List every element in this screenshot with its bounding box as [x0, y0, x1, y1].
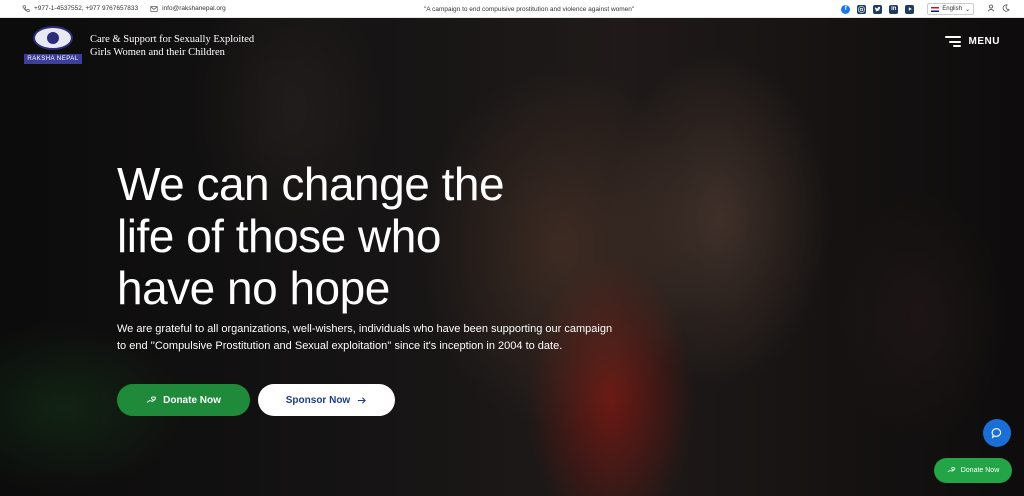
user-icon[interactable] [987, 4, 995, 14]
headline-line1: We can change the [117, 158, 505, 210]
campaign-tagline: "A campaign to end compulsive prostituti… [424, 5, 635, 13]
email-text: info@rakshanepal.org [162, 5, 226, 12]
menu-label: MENU [968, 36, 1000, 47]
donate-hand-icon [947, 467, 955, 473]
hamburger-icon [944, 36, 961, 47]
org-name-line1: Care & Support for Sexually Exploited [90, 34, 255, 45]
menu-button[interactable]: MENU [944, 36, 1000, 47]
phone-contact[interactable]: +977-1-4537552, +977 9767657833 [22, 4, 139, 13]
language-select[interactable]: English ⌄ [927, 3, 974, 15]
floating-donate-label: Donate Now [960, 467, 1000, 474]
sponsor-now-label: Sponsor Now [285, 394, 351, 406]
sponsor-now-button[interactable]: Sponsor Now [258, 384, 395, 416]
instagram-icon[interactable] [857, 4, 867, 14]
chat-bubble-icon [991, 428, 1002, 439]
twitter-icon[interactable] [873, 4, 883, 14]
mail-icon [150, 5, 158, 13]
email-contact[interactable]: info@rakshanepal.org [150, 5, 226, 13]
top-utility-bar: +977-1-4537552, +977 9767657833 info@rak… [0, 0, 1024, 18]
floating-donate-button[interactable]: Donate Now [934, 458, 1012, 483]
hero-section: RAKSHA NEPAL Care & Support for Sexually… [0, 18, 1024, 496]
linkedin-icon[interactable]: in [889, 4, 899, 14]
site-logo-link[interactable]: RAKSHA NEPAL Care & Support for Sexually… [24, 24, 254, 64]
donate-now-button[interactable]: Donate Now [117, 384, 250, 416]
org-name-line2: Girls Women and their Children [90, 47, 225, 58]
language-label: English [942, 6, 962, 12]
hero-description: We are grateful to all organizations, we… [117, 323, 613, 352]
uk-flag-icon [931, 6, 940, 12]
logo-wordmark: RAKSHA NEPAL [24, 54, 82, 64]
raksha-nepal-logo: RAKSHA NEPAL [24, 24, 82, 64]
facebook-icon[interactable]: f [841, 4, 851, 14]
arrow-right-icon [358, 396, 367, 404]
chat-widget-button[interactable] [983, 419, 1011, 447]
youtube-icon[interactable] [905, 4, 915, 14]
chevron-down-icon: ⌄ [964, 6, 970, 13]
donate-hand-icon [146, 395, 157, 403]
hero-headline: We can change the life of those who have… [117, 158, 637, 314]
headline-line3: have no hope [117, 262, 390, 314]
logo-emblem-icon [33, 26, 73, 50]
phone-icon [22, 4, 30, 13]
donate-now-label: Donate Now [163, 394, 221, 406]
dark-mode-icon[interactable] [1002, 4, 1010, 14]
organization-name: Care & Support for Sexually Exploited Gi… [90, 33, 254, 59]
phone-text: +977-1-4537552, +977 9767657833 [34, 5, 139, 12]
headline-line2: life of those who [117, 210, 441, 262]
